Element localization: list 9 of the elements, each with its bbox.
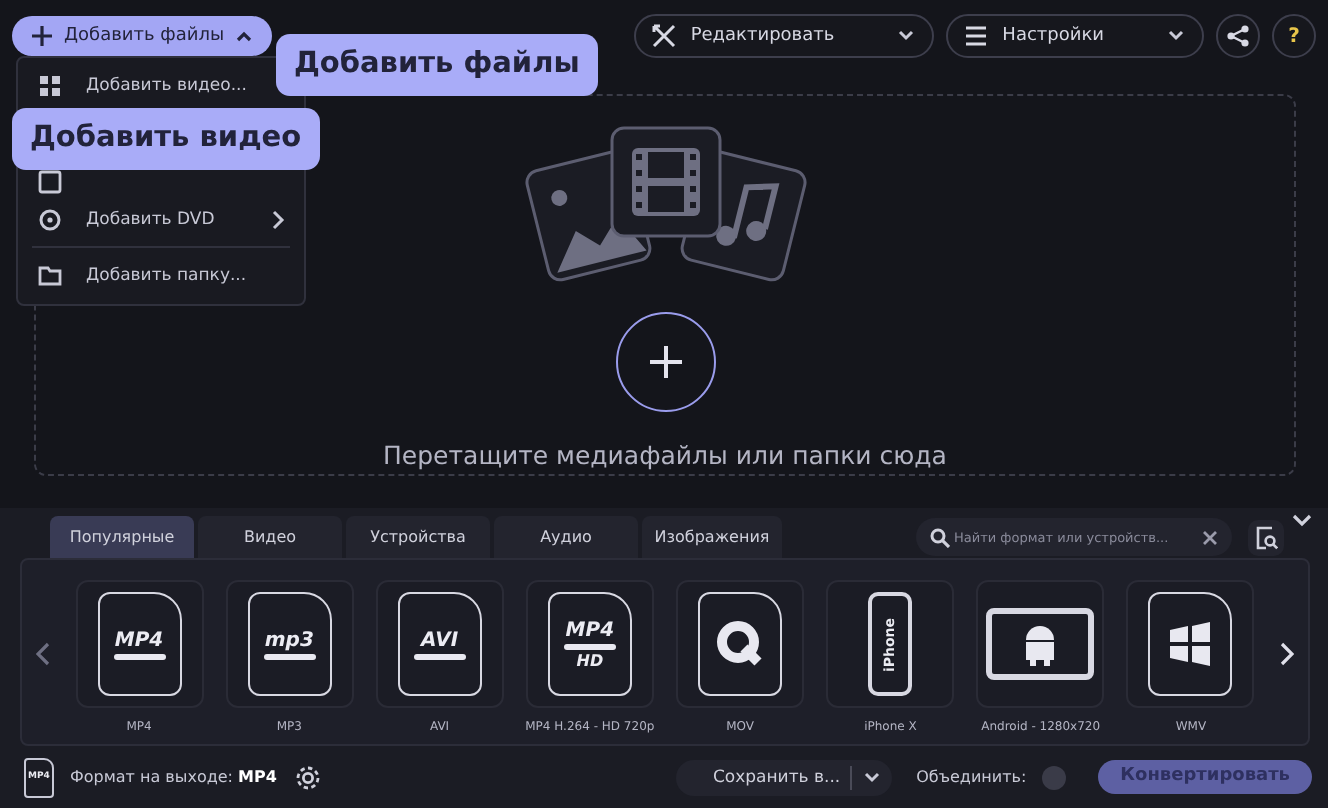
file-icon: mp3 <box>247 592 332 696</box>
merge-label: Объединить: <box>916 768 1027 786</box>
file-icon: AVI <box>397 592 482 696</box>
file-icon: MP4 HD <box>547 592 632 696</box>
hint-tooltip: Добавить видео <box>12 108 320 170</box>
output-format: Формат на выходе: MP4 <box>70 768 277 786</box>
file-icon: MP4 <box>97 592 181 696</box>
hint-tooltip: Добавить файлы <box>276 34 598 96</box>
drop-hint: Перетащите медиафайлы или папки сюда <box>383 440 947 470</box>
